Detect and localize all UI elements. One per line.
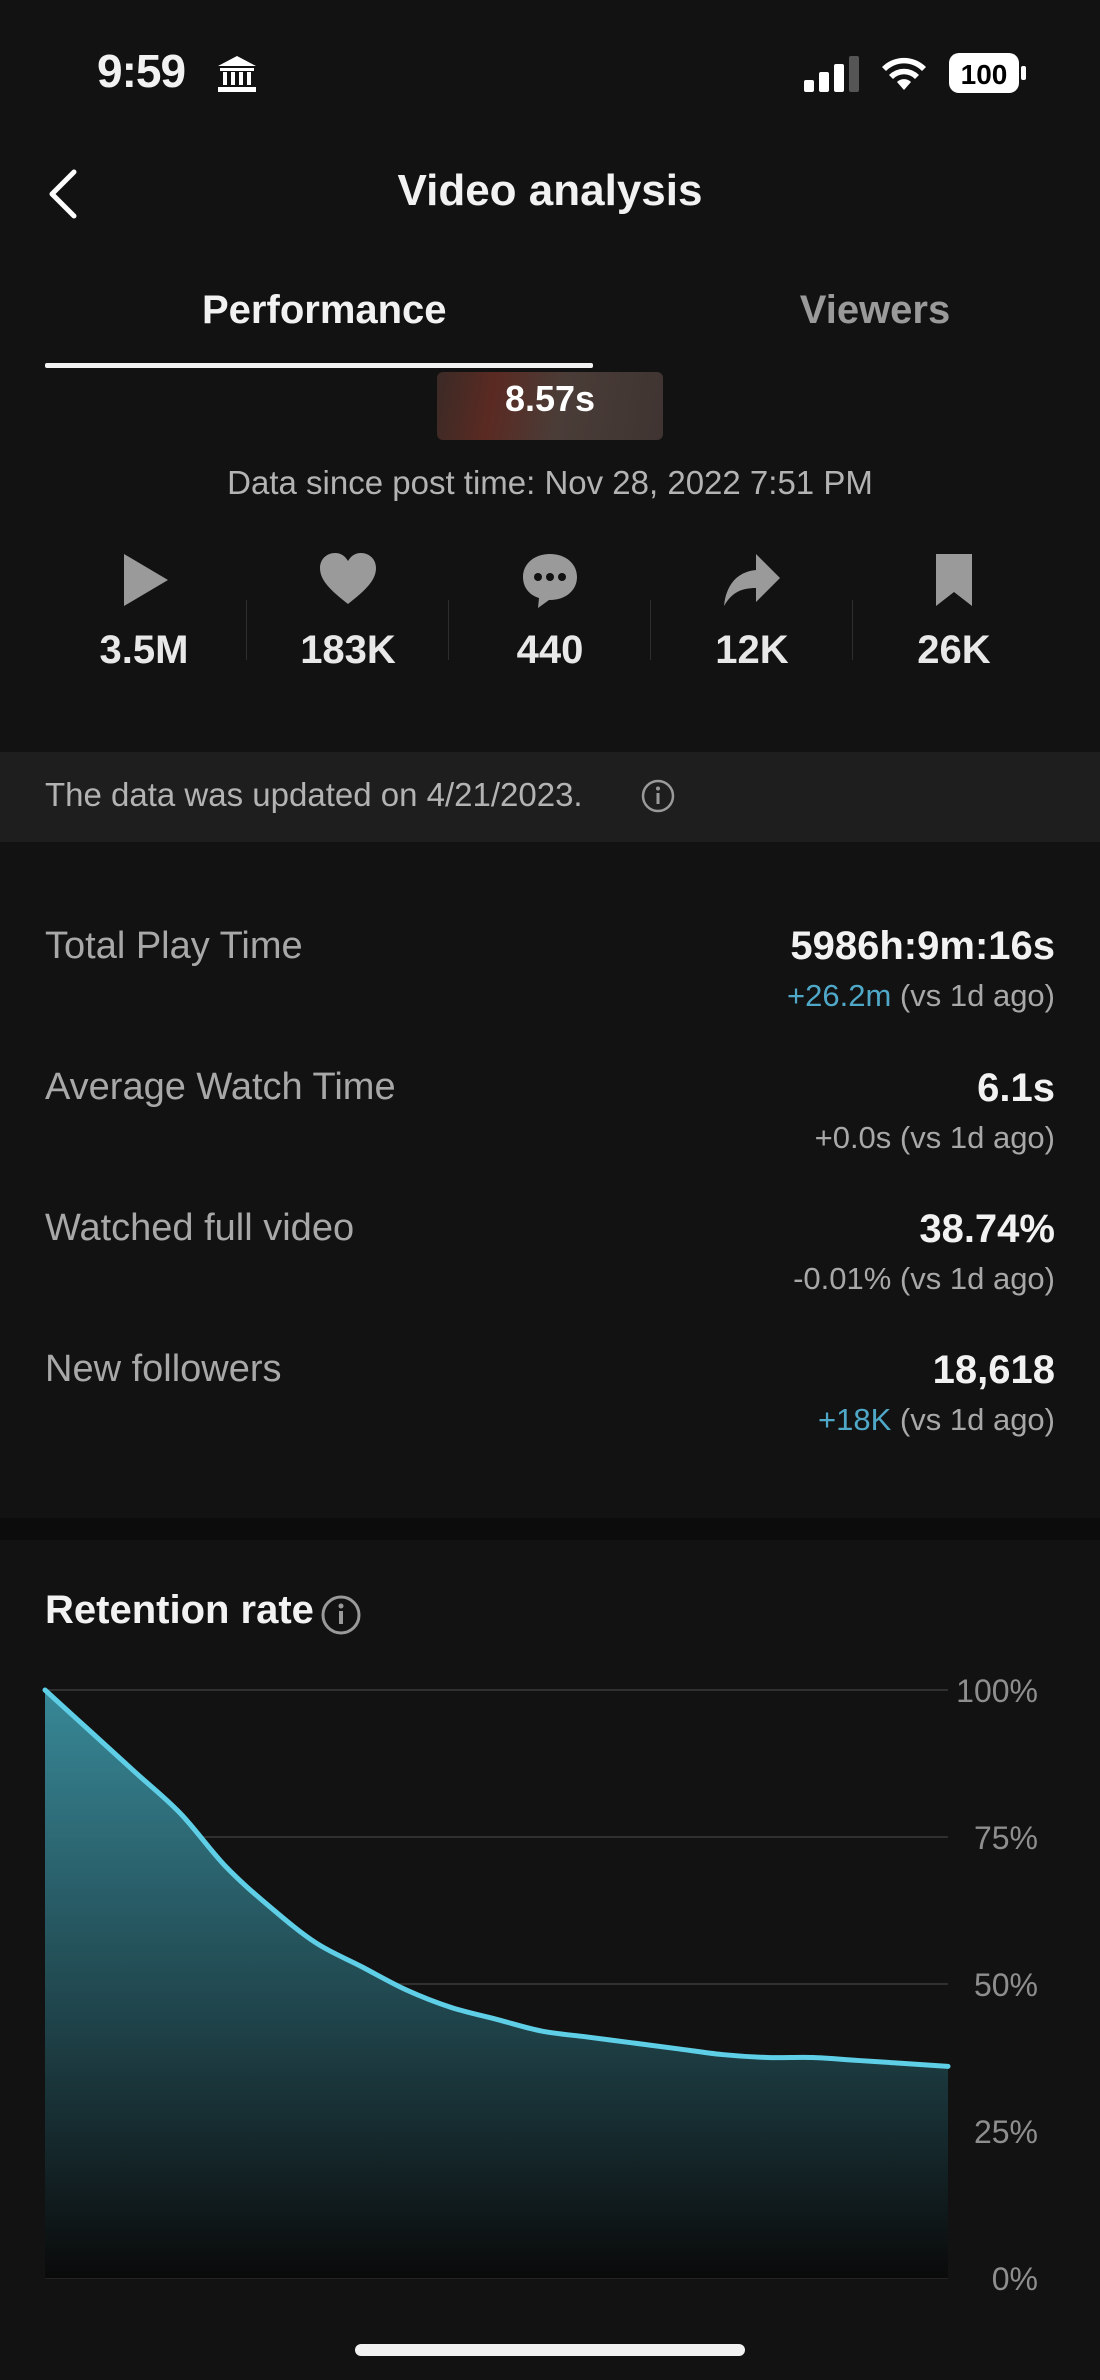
metric-value-average-watch-time: 6.1s xyxy=(977,1066,1055,1110)
change-compare: (vs 1d ago) xyxy=(899,1402,1055,1437)
y-tick-label: 50% xyxy=(974,1967,1038,2003)
section-divider xyxy=(0,1518,1100,1540)
info-icon[interactable] xyxy=(320,1594,362,1636)
heart-icon xyxy=(320,553,376,604)
metric-value-new-followers: 18,618 xyxy=(932,1348,1055,1392)
change-amount: +26.2m xyxy=(787,978,892,1013)
change-compare: (vs 1d ago) xyxy=(899,1120,1055,1155)
page-title: Video analysis xyxy=(397,166,703,215)
updated-text: The data was updated on 4/21/2023. xyxy=(45,776,583,813)
metric-label-average-watch-time: Average Watch Time xyxy=(45,1066,396,1108)
metric-label-new-followers: New followers xyxy=(45,1348,282,1390)
stat-likes: 183K xyxy=(247,550,449,673)
stat-shares: 12K xyxy=(651,550,853,673)
stat-value: 12K xyxy=(715,628,789,672)
info-icon[interactable] xyxy=(640,778,676,814)
share-icon xyxy=(724,554,780,606)
status-time: 9:59 xyxy=(97,45,186,97)
change-amount: -0.01% xyxy=(793,1261,892,1296)
retention-chart: 100% 75% 50% 25% 0% xyxy=(42,1673,1038,2297)
wifi-icon xyxy=(882,57,926,90)
metric-change-total-play-time: +26.2m (vs 1d ago) xyxy=(787,978,1055,1014)
metric-change-new-followers: +18K (vs 1d ago) xyxy=(818,1402,1055,1438)
change-amount: +0.0s xyxy=(814,1120,892,1155)
retention-title: Retention rate xyxy=(45,1588,314,1632)
metric-value-watched-full-video: 38.74% xyxy=(919,1207,1055,1251)
metric-change-watched-full-video: -0.01% (vs 1d ago) xyxy=(793,1261,1055,1297)
stat-views: 3.5M xyxy=(43,550,245,673)
metric-change-average-watch-time: +0.0s (vs 1d ago) xyxy=(815,1120,1055,1156)
bookmark-icon xyxy=(936,554,972,606)
video-duration: 8.57s xyxy=(504,378,596,419)
bank-icon xyxy=(218,56,256,92)
active-tab-indicator xyxy=(45,363,593,368)
y-tick-label: 25% xyxy=(974,2114,1038,2150)
home-indicator[interactable] xyxy=(355,2344,745,2356)
metric-value-total-play-time: 5986h:9m:16s xyxy=(790,924,1055,968)
metric-label-total-play-time: Total Play Time xyxy=(45,925,303,967)
stat-value: 3.5M xyxy=(99,628,189,672)
tab-viewers[interactable]: Viewers xyxy=(550,288,1100,333)
stat-saves: 26K xyxy=(853,550,1055,673)
battery-icon: 100 xyxy=(949,53,1026,93)
change-compare: (vs 1d ago) xyxy=(899,978,1055,1013)
change-compare: (vs 1d ago) xyxy=(899,1261,1055,1296)
y-tick-label: 100% xyxy=(956,1673,1038,1709)
stat-comments: 440 xyxy=(449,550,651,673)
metric-label-watched-full-video: Watched full video xyxy=(45,1207,355,1249)
play-icon xyxy=(124,554,168,606)
y-tick-label: 0% xyxy=(992,2261,1038,2297)
stat-value: 183K xyxy=(300,628,396,672)
stat-value: 26K xyxy=(917,628,991,672)
change-amount: +18K xyxy=(818,1402,892,1437)
data-since-text: Data since post time: Nov 28, 2022 7:51 … xyxy=(227,464,873,501)
battery-level: 100 xyxy=(961,59,1008,90)
comment-icon xyxy=(523,554,577,608)
tab-performance[interactable]: Performance xyxy=(45,288,595,333)
stat-value: 440 xyxy=(516,628,584,672)
y-tick-label: 75% xyxy=(974,1820,1038,1856)
signal-icon xyxy=(804,56,859,92)
